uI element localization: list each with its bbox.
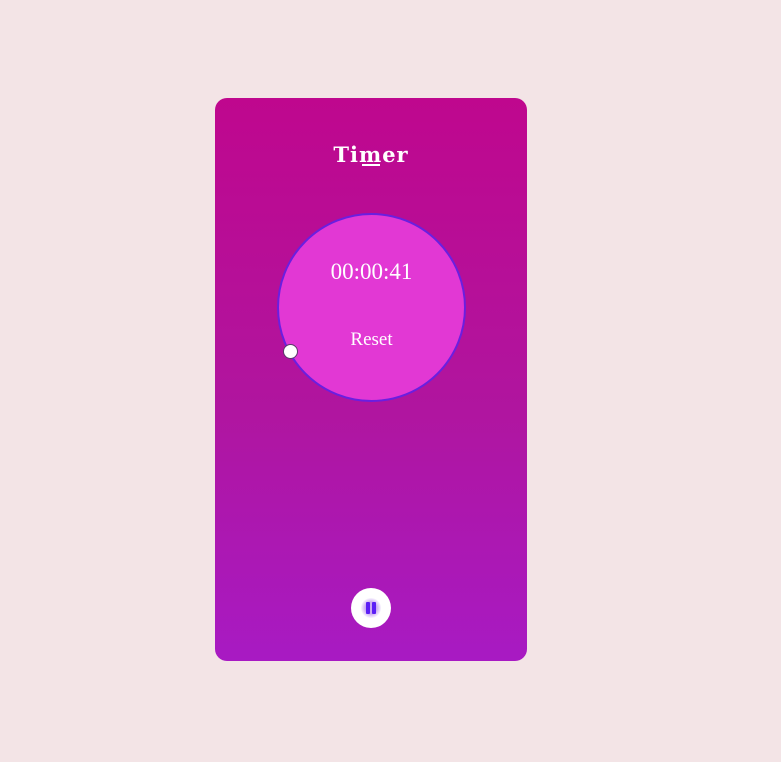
time-display: 00:00:41 xyxy=(330,259,413,284)
reset-button[interactable]: Reset xyxy=(350,329,392,351)
dial-knob-handle[interactable] xyxy=(283,344,298,359)
pause-button[interactable] xyxy=(351,588,391,628)
title-underline xyxy=(362,164,380,166)
timer-dial: 00:00:41 Reset xyxy=(277,213,466,402)
pause-icon xyxy=(361,598,381,618)
timer-card: Timer 00:00:41 Reset xyxy=(215,98,527,661)
